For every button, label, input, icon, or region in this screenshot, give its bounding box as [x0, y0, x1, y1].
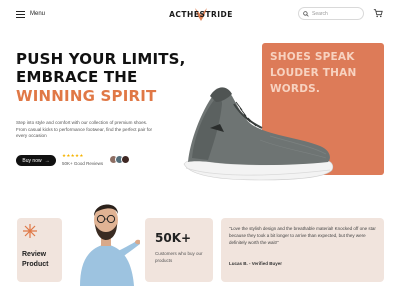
- headline-line-1: PUSH YOUR LIMITS,: [16, 50, 186, 68]
- search-input[interactable]: [312, 10, 360, 17]
- hamburger-icon: [16, 10, 25, 18]
- arrow-right-icon: →: [44, 157, 50, 164]
- headline-line-2: EMBRACE THE: [16, 68, 138, 87]
- buy-now-label: Buy now: [22, 157, 42, 164]
- avatar: [121, 155, 130, 164]
- reviews-count: 50K+ Good Reviews: [62, 161, 104, 166]
- logo-text: ACTHESTRIDE: [169, 9, 233, 19]
- review-product-label: Review Product: [22, 250, 48, 270]
- search-box[interactable]: [298, 7, 364, 20]
- testimonial-author: Lucas B. - Verified Buyer: [229, 261, 283, 266]
- hero-headline: PUSH YOUR LIMITS, EMBRACE THE WINNING SP…: [16, 50, 186, 105]
- customer-count: 50K+: [155, 231, 192, 245]
- customer-count-caption: Customers who buy our products: [155, 251, 203, 264]
- cart-icon[interactable]: [373, 8, 383, 18]
- header: Menu ACTHESTRIDE: [0, 0, 400, 28]
- review-label-line-2: Product: [22, 261, 49, 269]
- rating-stars: ★★★★★: [62, 153, 84, 158]
- customer-stats-card: 50K+ Customers who buy our products: [145, 218, 213, 282]
- search-icon: [303, 10, 309, 17]
- hero-description: Step into style and comfort with our col…: [16, 120, 153, 139]
- menu-label: Menu: [30, 11, 46, 17]
- sneaker-image: [183, 87, 334, 181]
- testimonial-card: "Love the stylish design and the breatha…: [221, 218, 384, 282]
- sparkle-icon: [23, 224, 37, 238]
- buy-now-button[interactable]: Buy now →: [16, 155, 56, 166]
- headline-line-3: WINNING SPIRIT: [16, 86, 157, 105]
- review-label-line-1: Review: [22, 251, 47, 258]
- menu-button[interactable]: Menu: [16, 8, 45, 20]
- brand-logo[interactable]: ACTHESTRIDE: [169, 7, 233, 21]
- review-product-card[interactable]: Review Product: [17, 218, 62, 282]
- customer-avatars: [109, 155, 130, 164]
- pointing-man-image: [80, 204, 140, 286]
- testimonial-quote: "Love the stylish design and the breatha…: [229, 226, 376, 246]
